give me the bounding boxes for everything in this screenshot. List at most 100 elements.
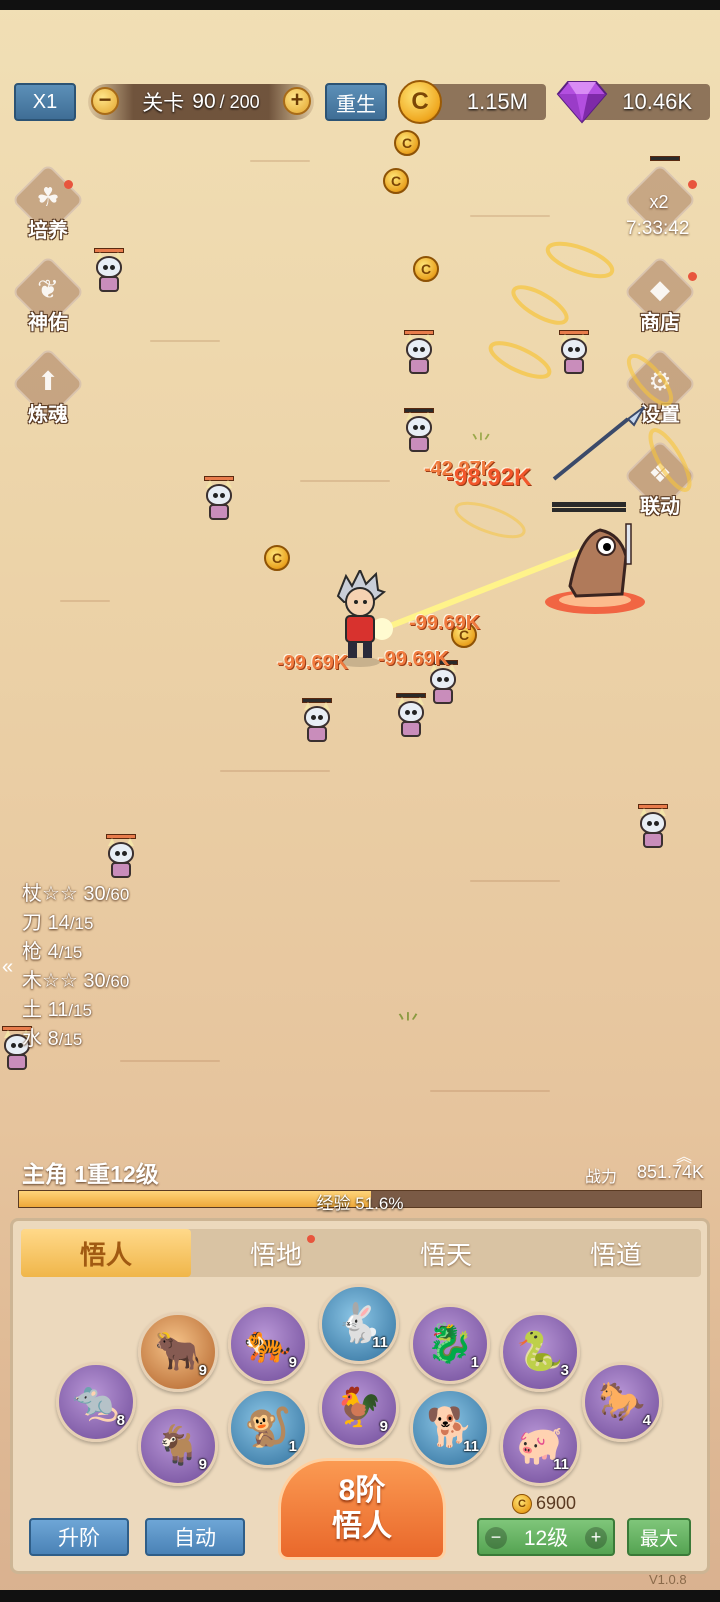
count-row: 枪 4/15: [22, 938, 129, 967]
upgrade-tier-button[interactable]: 升阶: [29, 1518, 129, 1556]
power-label: 战力: [585, 1169, 618, 1186]
enemy-minion: [402, 330, 436, 376]
sand-streak: [150, 340, 220, 342]
damage-number: -99.69K: [409, 612, 481, 634]
zodiac-rat[interactable]: 🐀 8: [56, 1362, 136, 1442]
boss-enemy: [545, 523, 645, 614]
stage-indicator: 关卡 90 / 200: [88, 84, 314, 120]
zodiac-ox[interactable]: 🐂 9: [138, 1312, 218, 1392]
zodiac-rabbit[interactable]: 🐇 11: [319, 1284, 399, 1364]
zodiac-level: 9: [379, 1418, 388, 1435]
count-row: 杖☆☆ 30/60: [22, 880, 129, 909]
damage-number: -99.69K: [378, 648, 450, 670]
menu-cultivate[interactable]: ☘ 培养: [10, 163, 90, 248]
enemy-minion: [394, 693, 428, 739]
ox-icon: 🐂: [154, 1331, 202, 1373]
zodiac-goat[interactable]: 🐐 9: [138, 1406, 218, 1486]
zodiac-monkey[interactable]: 🐒 1: [228, 1388, 308, 1468]
level-selector: − 12级 +: [477, 1518, 615, 1556]
rebirth-button[interactable]: 重生: [325, 83, 387, 121]
clover-icon: ☘: [36, 182, 60, 212]
count-name: 木☆☆: [22, 970, 78, 992]
tab-human[interactable]: 悟人: [21, 1229, 191, 1277]
stage-next-button[interactable]: +: [283, 87, 311, 115]
zodiac-rooster[interactable]: 🐓 9: [319, 1368, 399, 1448]
count-max: /15: [58, 1030, 83, 1049]
coin-drop[interactable]: C: [264, 545, 290, 571]
nav-strip: [0, 1590, 720, 1602]
zodiac-level: 9: [198, 1362, 207, 1379]
level-plus-button[interactable]: +: [585, 1527, 607, 1549]
count-current: 8: [47, 1028, 59, 1050]
zodiac-pig[interactable]: 🐖 11: [500, 1406, 580, 1486]
count-name: 杖☆☆: [22, 883, 78, 905]
rat-icon: 🐀: [72, 1381, 120, 1423]
cost-amount: 6900: [536, 1493, 577, 1513]
tab-earth[interactable]: 悟地: [191, 1229, 361, 1277]
tab-heaven[interactable]: 悟天: [361, 1229, 531, 1277]
enemy-minion: [202, 476, 236, 522]
zodiac-level: 11: [553, 1456, 569, 1473]
stage-prev-button[interactable]: −: [91, 87, 119, 115]
count-max: /15: [58, 943, 83, 962]
zodiac-level: 9: [288, 1354, 297, 1371]
enemy-minion: [92, 248, 126, 294]
main-button-line1: 8阶: [338, 1474, 386, 1507]
coin-drop[interactable]: C: [394, 130, 420, 156]
max-level-button[interactable]: 最大: [627, 1518, 691, 1556]
menu-blessing[interactable]: ❦ 神佑: [10, 255, 90, 340]
menu-refine-soul[interactable]: ⬆ 炼魂: [10, 347, 90, 432]
level-minus-button[interactable]: −: [485, 1527, 507, 1549]
sand-streak: [470, 880, 560, 882]
hero-title: 主角 1重12级: [22, 1161, 159, 1187]
auto-button[interactable]: 自动: [145, 1518, 245, 1556]
zodiac-dog[interactable]: 🐕 11: [410, 1388, 490, 1468]
version-label: V1.0.8: [649, 1572, 687, 1587]
upgrade-cost: C 6900: [512, 1493, 576, 1514]
panel-tabs: 悟人 悟地 悟天 悟道: [21, 1229, 701, 1277]
zodiac-level: 11: [463, 1438, 479, 1455]
grass-tuft: ⺌: [396, 1011, 420, 1038]
count-max: /15: [68, 1001, 92, 1020]
sand-streak: [470, 215, 550, 217]
damage-number: -99.69K: [277, 652, 349, 674]
grass-tuft: ⺌: [470, 431, 493, 456]
count-max: /60: [105, 885, 130, 904]
menu-label: 培养: [28, 220, 68, 242]
zodiac-horse[interactable]: 🐎 4: [582, 1362, 662, 1442]
speed-button[interactable]: X1: [14, 83, 76, 121]
snake-icon: 🐍: [516, 1331, 564, 1373]
main-button-line2: 悟人: [332, 1510, 392, 1543]
stage-total: / 200: [219, 91, 260, 112]
collapse-arrow-icon[interactable]: «: [2, 956, 13, 979]
exp-bar: 经验 51.6%: [18, 1190, 702, 1213]
stage-current: 90: [192, 90, 216, 113]
notification-dot: [307, 1235, 315, 1243]
sand-streak: [220, 770, 330, 772]
count-current: 14: [47, 912, 70, 934]
zodiac-tiger[interactable]: 🐅 9: [228, 1304, 308, 1384]
enemy-minion: [104, 834, 138, 880]
coin-drop[interactable]: C: [413, 256, 439, 282]
arrow-up-icon: ⬆: [37, 366, 59, 396]
count-current: 30: [83, 970, 106, 992]
count-current: 30: [83, 883, 106, 905]
count-current: 11: [47, 999, 69, 1021]
zodiac-snake[interactable]: 🐍 3: [500, 1312, 580, 1392]
wings-icon: ❦: [37, 274, 59, 304]
rooster-icon: 🐓: [335, 1387, 383, 1429]
zodiac-level: 1: [288, 1438, 297, 1455]
zodiac-level: 9: [198, 1456, 207, 1473]
count-current: 4: [47, 941, 59, 963]
coin-drop[interactable]: C: [383, 168, 409, 194]
sand-streak: [120, 1060, 220, 1062]
monkey-icon: 🐒: [244, 1407, 292, 1449]
dragon-icon: 🐉: [426, 1323, 474, 1365]
status-strip: [0, 0, 720, 10]
enlighten-main-button[interactable]: 8阶 悟人: [278, 1458, 446, 1560]
zodiac-dragon[interactable]: 🐉 1: [410, 1304, 490, 1384]
count-row: 水 8/15: [22, 1025, 129, 1054]
power-value: 851.74K: [637, 1162, 705, 1182]
count-name: 土: [22, 999, 42, 1021]
tab-dao[interactable]: 悟道: [531, 1229, 701, 1277]
